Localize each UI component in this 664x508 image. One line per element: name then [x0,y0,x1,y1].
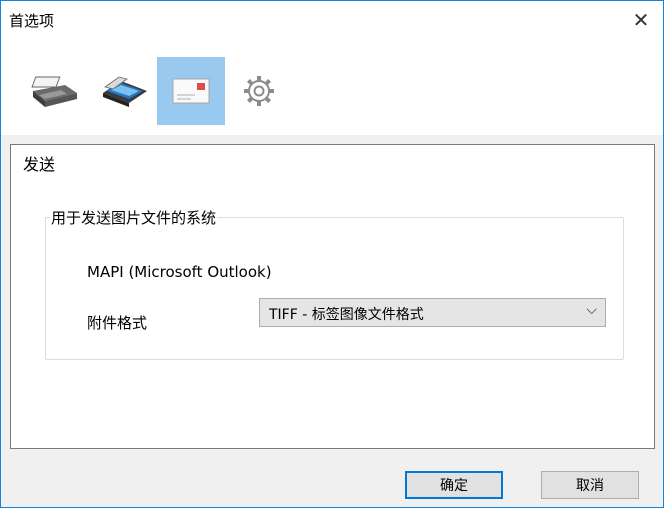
cancel-button[interactable]: 取消 [541,471,639,499]
send-system-group: 用于发送图片文件的系统 MAPI (Microsoft Outlook) 附件格… [45,207,624,360]
tab-settings[interactable] [225,57,293,125]
tab-printer[interactable] [21,57,89,125]
close-icon: ✕ [632,8,650,32]
tab-send[interactable] [157,57,225,125]
attachment-format-value: TIFF - 标签图像文件格式 [269,307,424,323]
printer-icon [31,76,77,107]
title-bar: 首选项 ✕ [1,1,663,39]
tab-scanner[interactable] [89,57,157,125]
send-settings-panel: 发送 用于发送图片文件的系统 MAPI (Microsoft Outlook) … [10,144,655,449]
preferences-dialog: 首选项 ✕ 发送 用于发送图片文件的系统 MAPI (Microsoft Out… [0,0,664,508]
attachment-format-select[interactable]: TIFF - 标签图像文件格式 ⌵ [259,298,606,327]
category-toolbar [1,39,663,135]
chevron-down-icon: ⌵ [586,302,597,318]
ok-button[interactable]: 确定 [405,471,503,499]
mapi-system-label: MAPI (Microsoft Outlook) [87,263,272,281]
group-legend: 用于发送图片文件的系统 [51,209,217,227]
envelope-icon [172,78,210,104]
attachment-format-label: 附件格式 [87,314,148,332]
gear-icon [244,76,274,106]
section-title: 发送 [23,155,56,174]
window-title: 首选项 [9,12,55,30]
scanner-icon [103,76,147,107]
close-button[interactable]: ✕ [619,1,663,39]
